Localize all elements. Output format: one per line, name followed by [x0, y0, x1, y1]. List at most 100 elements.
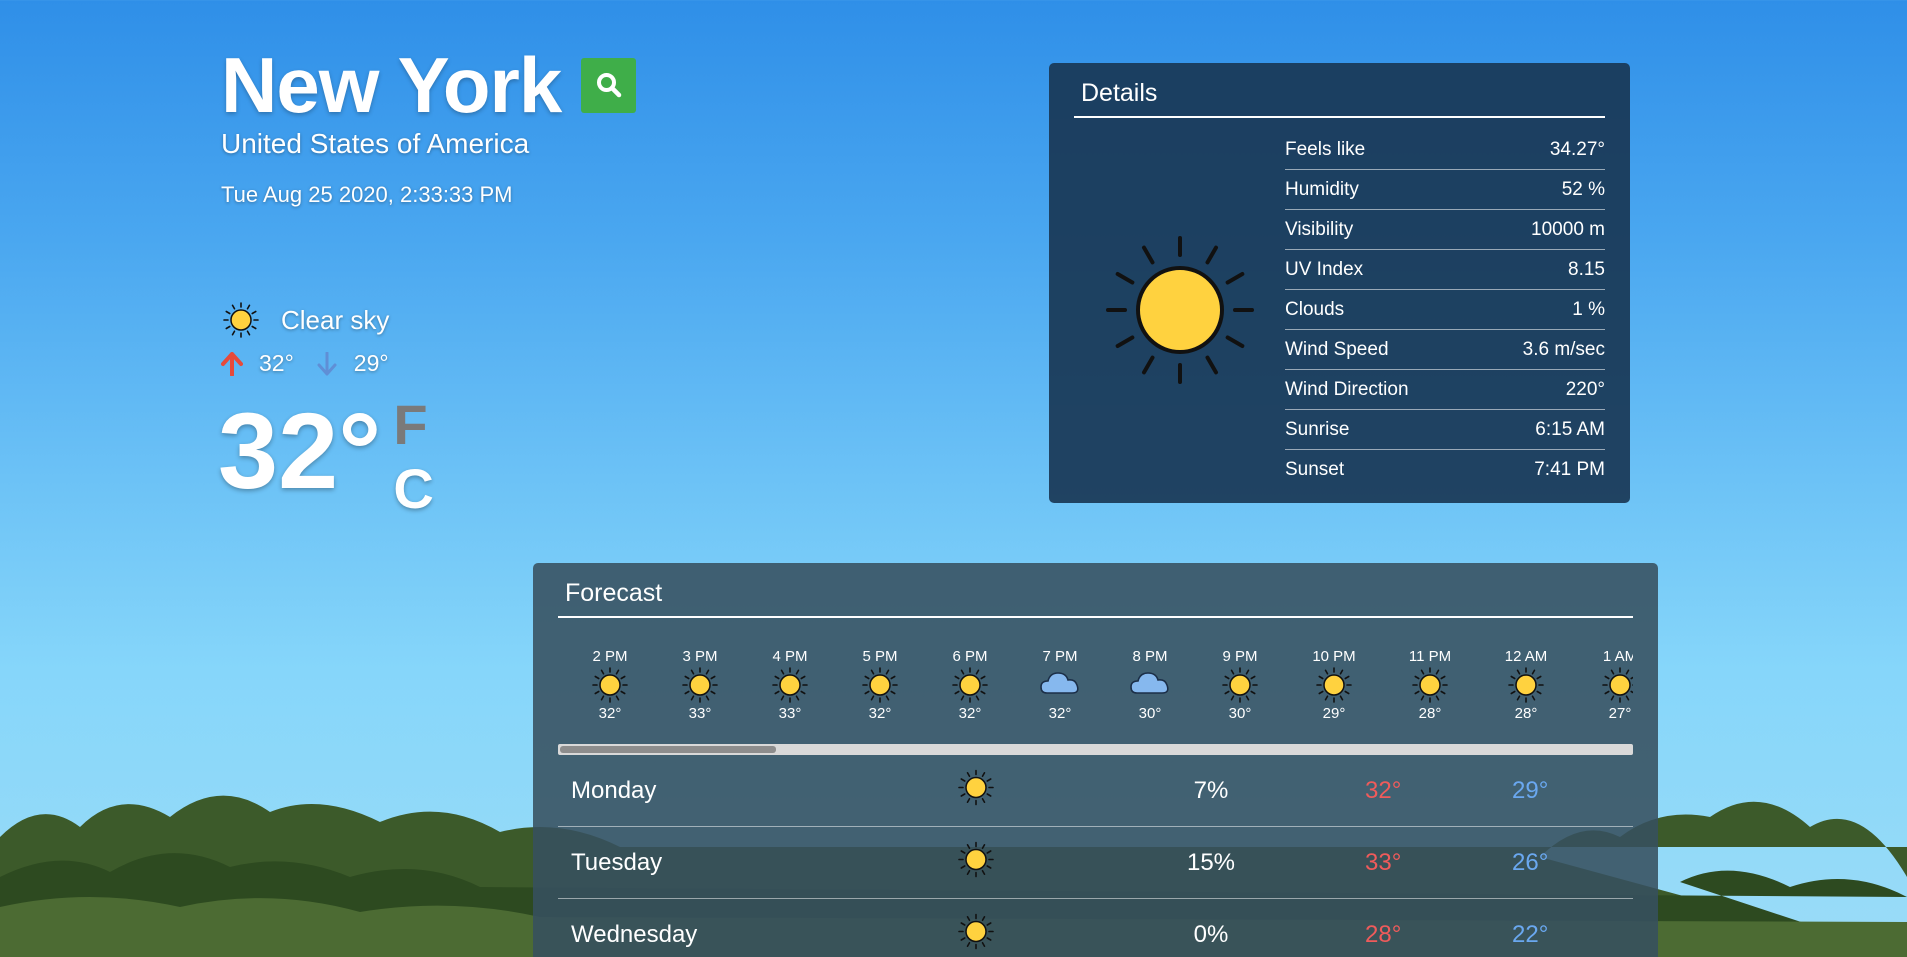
country-name: United States of America — [221, 128, 530, 159]
day-icon-wrap — [956, 839, 996, 886]
city-name: New York — [221, 41, 562, 129]
day-icon-wrap — [956, 911, 996, 957]
day-low-temp: 29° — [1512, 776, 1549, 804]
unit-toggle: F C — [393, 393, 433, 521]
hour-temp: 32° — [868, 705, 892, 722]
cloud-icon — [1040, 672, 1079, 694]
detail-label: Feels like — [1285, 138, 1366, 160]
details-panel: Details Feels like 34.27° Humidity 52 % Visi… — [1049, 63, 1630, 503]
hourly-forecast[interactable]: 2 PM 32° 3 PM 33° 4 PM 33° 5 PM 32° 6 PM 32° 7 PM 3… — [558, 648, 1633, 732]
sun-icon — [592, 667, 628, 703]
detail-row: Visibility 10000 m — [1285, 210, 1605, 250]
detail-row: Sunset 7:41 PM — [1285, 450, 1605, 490]
detail-label: Wind Direction — [1285, 378, 1409, 400]
hour-time: 11 PM — [1408, 648, 1452, 665]
detail-row: Feels like 34.27° — [1285, 130, 1605, 170]
search-button[interactable] — [581, 57, 637, 113]
day-high-temp: 32° — [1365, 776, 1402, 804]
hour-time: 5 PM — [862, 648, 898, 665]
hour-time: 4 PM — [772, 648, 808, 665]
current-condition: Clear sky — [221, 300, 389, 340]
hourly-item: 5 PM 32° — [845, 648, 915, 722]
hourly-item: 9 PM 30° — [1205, 648, 1275, 722]
detail-value: 10000 m — [1531, 218, 1605, 240]
low-temp: 29° — [353, 350, 389, 376]
sun-icon — [682, 667, 718, 703]
hour-time: 3 PM — [682, 648, 718, 665]
detail-label: UV Index — [1285, 258, 1364, 280]
sun-icon — [1222, 667, 1258, 703]
hour-temp: 29° — [1322, 705, 1346, 722]
detail-label: Visibility — [1285, 218, 1354, 240]
daily-row: Monday 7% 32° 29° — [558, 755, 1633, 827]
hourly-item: 12 AM 28° — [1491, 648, 1561, 722]
day-high-temp: 33° — [1365, 848, 1402, 876]
detail-row: Wind Direction 220° — [1285, 370, 1605, 410]
detail-row: Wind Speed 3.6 m/sec — [1285, 330, 1605, 370]
hourly-item: 8 PM 30° — [1115, 648, 1185, 722]
sun-icon — [1602, 667, 1633, 703]
sun-icon — [772, 667, 808, 703]
hour-temp: 28° — [1418, 705, 1442, 722]
hour-time: 12 AM — [1504, 648, 1548, 665]
detail-value: 34.27° — [1549, 138, 1605, 160]
high-temp: 32° — [259, 350, 294, 376]
hour-temp: 27° — [1608, 705, 1632, 722]
hourly-item: 10 PM 29° — [1299, 648, 1369, 722]
details-sun-icon-wrap — [1074, 130, 1285, 490]
condition-text: Clear sky — [281, 304, 390, 335]
hour-temp: 33° — [688, 705, 712, 722]
hour-temp: 28° — [1514, 705, 1538, 722]
hour-time: 10 PM — [1312, 648, 1356, 665]
hour-time: 7 PM — [1042, 648, 1078, 665]
hour-temp: 32° — [958, 705, 982, 722]
sun-icon — [1316, 667, 1352, 703]
hour-temp: 32° — [1048, 705, 1072, 722]
sun-icon — [223, 302, 259, 338]
precip-chance: 15% — [1186, 848, 1236, 876]
day-name-label: Monday — [571, 776, 657, 804]
day-icon-wrap — [956, 767, 996, 814]
hour-temp: 32° — [598, 705, 622, 722]
hourly-scrollbar[interactable] — [558, 744, 1633, 755]
details-table: Feels like 34.27° Humidity 52 % Visibility 10… — [1285, 130, 1605, 490]
daily-forecast: Monday 7% 32° 29° Tuesday 15% 33° 26° Wednesday 0… — [558, 755, 1633, 957]
hourly-item: 3 PM 33° — [665, 648, 735, 722]
sun-icon — [1412, 667, 1448, 703]
detail-row: UV Index 8.15 — [1285, 250, 1605, 290]
detail-value: 220° — [1565, 378, 1605, 400]
sun-icon — [958, 841, 994, 877]
temperature-value: 32° — [218, 390, 382, 511]
details-title: Details — [1074, 79, 1605, 118]
detail-value: 1 % — [1572, 298, 1605, 320]
forecast-panel: Forecast 2 PM 32° 3 PM 33° 4 PM 33° 5 PM 32° 6 P… — [533, 563, 1658, 957]
hour-time: 6 PM — [952, 648, 988, 665]
hour-temp: 30° — [1138, 705, 1162, 722]
day-high-temp: 28° — [1365, 920, 1402, 948]
scrollbar-thumb[interactable] — [560, 746, 776, 753]
hour-temp: 33° — [778, 705, 802, 722]
unit-fahrenheit[interactable]: F — [393, 393, 433, 457]
daily-row: Tuesday 15% 33° 26° — [558, 827, 1633, 899]
detail-row: Humidity 52 % — [1285, 170, 1605, 210]
detail-label: Humidity — [1285, 178, 1359, 200]
high-low-temps: 32° 29° — [221, 350, 411, 377]
forecast-title: Forecast — [558, 579, 1633, 618]
hour-time: 9 PM — [1222, 648, 1258, 665]
detail-label: Clouds — [1285, 298, 1345, 320]
cloud-icon — [1130, 672, 1169, 694]
detail-row: Clouds 1 % — [1285, 290, 1605, 330]
detail-value: 3.6 m/sec — [1522, 338, 1605, 360]
day-low-temp: 26° — [1512, 848, 1549, 876]
hour-time: 2 PM — [592, 648, 628, 665]
detail-value: 52 % — [1561, 178, 1605, 200]
unit-celsius[interactable]: C — [393, 457, 433, 521]
detail-label: Sunset — [1285, 459, 1345, 480]
precip-chance: 0% — [1193, 920, 1229, 948]
sun-icon — [1105, 236, 1254, 384]
sun-icon — [1508, 667, 1544, 703]
detail-value: 7:41 PM — [1534, 459, 1605, 480]
detail-label: Wind Speed — [1285, 338, 1389, 360]
arrow-down-icon — [317, 351, 337, 375]
hourly-item: 11 PM 28° — [1395, 648, 1465, 722]
